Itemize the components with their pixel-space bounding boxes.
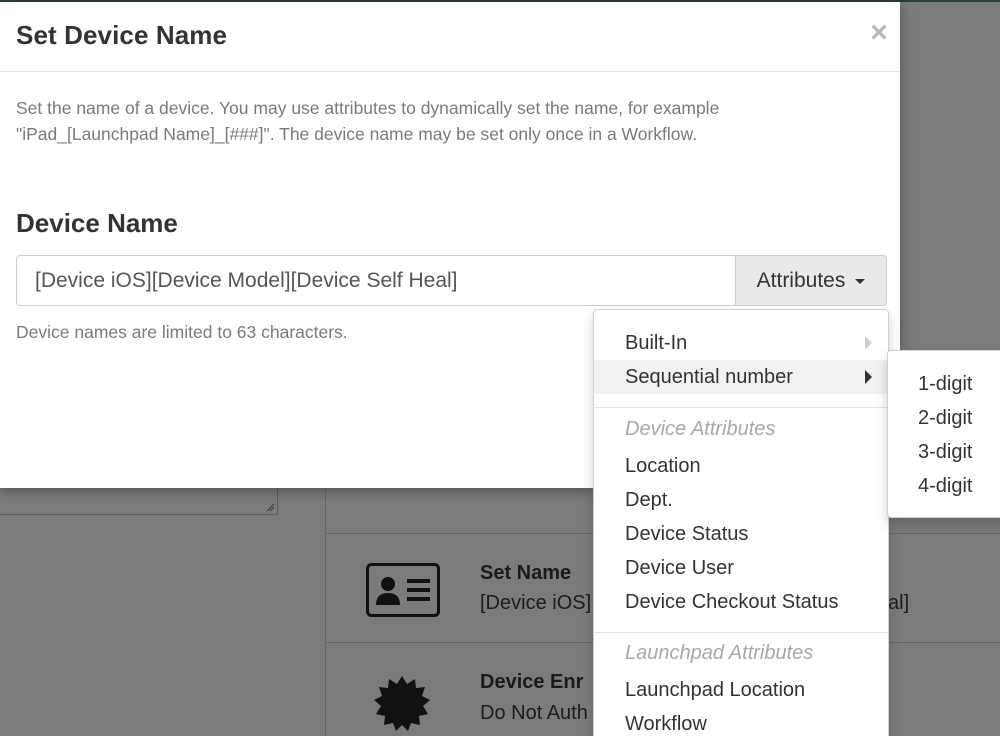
menu-item-label: Built-In bbox=[625, 332, 688, 354]
id-card-icon bbox=[366, 563, 440, 617]
menu-item-built-in[interactable]: Built-In bbox=[594, 326, 888, 360]
submenu-item-2-digit[interactable]: 2-digit bbox=[888, 401, 1000, 435]
menu-item-sequential-number[interactable]: Sequential number bbox=[594, 360, 888, 394]
background-column-divider bbox=[325, 488, 326, 736]
menu-item-device-user[interactable]: Device User bbox=[594, 551, 888, 585]
modal-header: Set Device Name × bbox=[0, 2, 900, 72]
attributes-dropdown-menu: Built-In Sequential number Device Attrib… bbox=[593, 309, 889, 736]
background-row-title: Set Name bbox=[480, 562, 572, 584]
background-row-subtitle-tail: al] bbox=[888, 592, 910, 614]
device-name-input-group: Attributes bbox=[16, 255, 887, 306]
background-row-title: Device Enr bbox=[480, 671, 584, 693]
caret-down-icon bbox=[855, 279, 866, 284]
menu-header-launchpad-attributes: Launchpad Attributes bbox=[625, 642, 814, 664]
close-button[interactable]: × bbox=[866, 16, 892, 50]
badge-icon bbox=[374, 676, 430, 731]
menu-item-launchpad-location[interactable]: Launchpad Location bbox=[594, 673, 888, 707]
submenu-item-1-digit[interactable]: 1-digit bbox=[888, 367, 1000, 401]
menu-item-workflow[interactable]: Workflow bbox=[594, 707, 888, 736]
attributes-dropdown-button[interactable]: Attributes bbox=[735, 255, 887, 306]
background-row-subtitle: [Device iOS] bbox=[480, 592, 592, 614]
menu-item-device-checkout-status[interactable]: Device Checkout Status bbox=[594, 585, 888, 619]
menu-item-dept[interactable]: Dept. bbox=[594, 483, 888, 517]
submenu-item-3-digit[interactable]: 3-digit bbox=[888, 435, 1000, 469]
menu-item-device-status[interactable]: Device Status bbox=[594, 517, 888, 551]
menu-item-location[interactable]: Location bbox=[594, 449, 888, 483]
modal-description: Set the name of a device. You may use at… bbox=[16, 98, 720, 144]
background-row-subtitle: Do Not Auth bbox=[480, 702, 588, 724]
help-text: Device names are limited to 63 character… bbox=[16, 322, 348, 342]
submenu-item-4-digit[interactable]: 4-digit bbox=[888, 469, 1000, 503]
device-name-label: Device Name bbox=[16, 208, 178, 238]
menu-divider bbox=[594, 632, 888, 633]
sequential-number-submenu: 1-digit 2-digit 3-digit 4-digit bbox=[887, 350, 1000, 518]
chevron-right-icon bbox=[865, 336, 872, 350]
modal-title: Set Device Name bbox=[16, 20, 228, 50]
menu-divider bbox=[594, 407, 888, 408]
chevron-right-icon bbox=[865, 370, 872, 384]
resize-grip-icon bbox=[266, 503, 275, 512]
device-name-input[interactable] bbox=[16, 255, 736, 306]
menu-item-label: Sequential number bbox=[625, 366, 793, 388]
attributes-button-label: Attributes bbox=[756, 268, 846, 292]
menu-header-device-attributes: Device Attributes bbox=[625, 418, 776, 440]
